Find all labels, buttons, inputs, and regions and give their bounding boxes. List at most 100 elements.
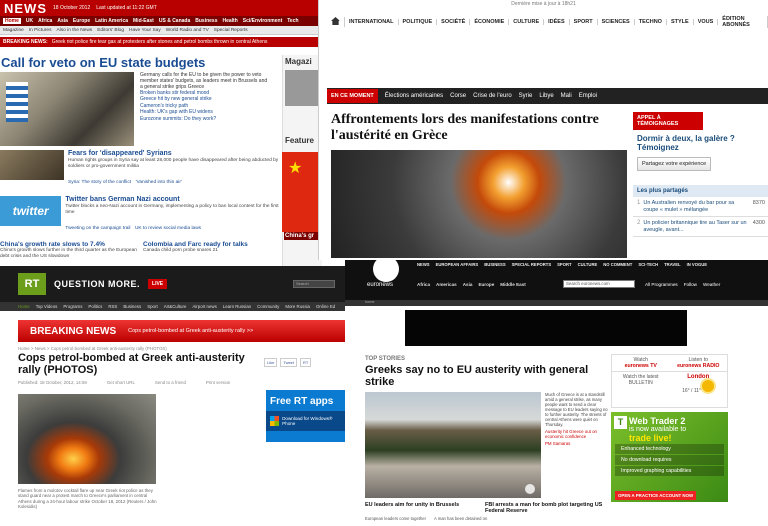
eu-thumb-text[interactable]: European leaders come together bbox=[365, 516, 426, 521]
eu-search-input[interactable]: Search euronews.com bbox=[563, 280, 635, 288]
eu-story-caption[interactable]: FBI arrests a man for bomb plot targetin… bbox=[485, 502, 610, 515]
lm-home-button[interactable] bbox=[327, 17, 345, 27]
bbc-subnav-item[interactable]: Special Reports bbox=[214, 28, 248, 33]
bbc-breaking-banner[interactable]: BREAKING NEWS: Greek riot police fire te… bbox=[0, 37, 322, 47]
bbc-nav-item[interactable]: Sci/Environment bbox=[243, 18, 282, 24]
bbc-nav-item[interactable]: US & Canada bbox=[159, 18, 190, 24]
rt-nav-item[interactable]: Learn Russian bbox=[223, 304, 251, 309]
lm-nav-item[interactable]: SCIENCES bbox=[598, 19, 635, 25]
rt-share-button[interactable]: RT bbox=[300, 358, 312, 367]
eu-bulletin-link[interactable]: Watch the latest BULLETIN bbox=[612, 372, 670, 407]
lm-nav-item[interactable]: SPORT bbox=[570, 19, 598, 25]
lm-trending-link[interactable]: Syrie bbox=[519, 93, 533, 99]
bbc-features-title[interactable]: Feature bbox=[283, 134, 322, 147]
lm-nav-item[interactable]: CULTURE bbox=[509, 19, 545, 25]
breadcrumb[interactable]: home bbox=[345, 300, 768, 306]
eu-weather-widget[interactable]: London 16° / 11° bbox=[670, 372, 728, 407]
bbc-protest-photo[interactable] bbox=[0, 72, 134, 146]
rt-nav-item[interactable]: Home bbox=[18, 304, 30, 309]
eu-nav-item[interactable]: BUSINESS bbox=[484, 262, 505, 267]
bbc-lead-link[interactable]: Eurozone summits: Do they work? bbox=[140, 116, 268, 122]
bbc-nav-item[interactable]: Europe bbox=[73, 18, 90, 24]
bbc-related-link[interactable]: UK to review social media laws bbox=[135, 226, 201, 231]
bbc-bottom-title[interactable]: Colombia and Farc ready for talks bbox=[143, 241, 280, 248]
bbc-magazine-title[interactable]: Magazi bbox=[283, 55, 322, 68]
twitter-logo-image[interactable]: twitter bbox=[0, 196, 62, 226]
rt-nav-item[interactable]: Politics bbox=[88, 304, 102, 309]
bbc-subnav-item[interactable]: Magazine bbox=[3, 28, 24, 33]
eu-open-account-button[interactable]: OPEN A PRACTICE ACCOUNT NOW bbox=[615, 491, 697, 500]
eu-programmes-link[interactable]: All Programmes bbox=[645, 282, 678, 287]
eu-region-item[interactable]: Asia bbox=[463, 282, 473, 287]
list-item[interactable]: 1 Un Australien renvoyé du bar pour sa c… bbox=[633, 197, 768, 218]
bbc-story-title[interactable]: Twitter bans German Nazi account bbox=[65, 196, 280, 204]
bbc-nav-item[interactable]: Tech bbox=[287, 18, 298, 24]
china-caption[interactable]: China's gr bbox=[284, 232, 322, 240]
bbc-subnav-item[interactable]: Editors' Blog bbox=[97, 28, 124, 33]
eu-story-caption[interactable]: EU leaders aim for unity in Brussels bbox=[365, 502, 465, 508]
breadcrumb[interactable]: Home > News > Cops petrol-bombed at Gree… bbox=[18, 346, 167, 351]
eu-logo[interactable]: euronews bbox=[367, 282, 393, 288]
eu-region-item[interactable]: Americas bbox=[436, 282, 457, 287]
eu-nav-item[interactable]: TRAVEL bbox=[664, 262, 680, 267]
lm-trending-link[interactable]: Corse bbox=[450, 93, 466, 99]
lm-nav-item[interactable]: SOCIÉTÉ bbox=[437, 19, 471, 25]
rt-short-url-link[interactable]: Get short URL bbox=[107, 380, 135, 385]
lm-temoin-title[interactable]: Dormir à deux, la galère ? Témoignez bbox=[633, 130, 768, 152]
lm-nav-item[interactable]: ÉCONOMIE bbox=[470, 19, 510, 25]
list-item[interactable]: 2 Un policier britannique tire au Taser … bbox=[633, 217, 768, 238]
eu-nav-item[interactable]: EUROPEAN AFFAIRS bbox=[436, 262, 479, 267]
lm-nav-item[interactable]: VOUS bbox=[694, 19, 719, 25]
rt-send-friend-link[interactable]: Send to a friend bbox=[155, 380, 186, 385]
bbc-nav-item[interactable]: Health bbox=[223, 18, 238, 24]
rt-nav-item[interactable]: Airport news bbox=[192, 304, 216, 309]
bbc-nav-item[interactable]: Mid-East bbox=[133, 18, 154, 24]
eu-webtrader-ad[interactable]: T Web Trader 2 is now available to trade… bbox=[611, 412, 728, 502]
rt-apps-banner[interactable]: Free RT apps Download for Windows® Phone bbox=[266, 390, 345, 442]
eu-region-item[interactable]: Europe bbox=[478, 282, 494, 287]
eu-nav-item[interactable]: SPECIAL REPORTS bbox=[512, 262, 551, 267]
facebook-like-button[interactable]: Like bbox=[264, 358, 278, 367]
bbc-breaking-text[interactable]: Greek riot police fire tear gas at prote… bbox=[52, 39, 268, 45]
rt-search-input[interactable]: Search bbox=[293, 280, 335, 288]
bbc-related-link[interactable]: 'Vanished into thin air' bbox=[136, 180, 182, 185]
bbc-logo[interactable]: NEWS bbox=[4, 1, 47, 16]
bbc-nav-item[interactable]: Africa bbox=[38, 18, 52, 24]
lm-riot-photo[interactable] bbox=[331, 150, 627, 258]
rt-nav-item[interactable]: Programs bbox=[63, 304, 82, 309]
lm-trending-link[interactable]: Élections américaines bbox=[385, 93, 443, 99]
eu-article-link[interactable]: Austerity hit Greece out on economic con… bbox=[545, 429, 609, 439]
tweet-button[interactable]: Tweet bbox=[280, 358, 298, 367]
euronews-globe-icon[interactable] bbox=[373, 260, 399, 282]
lm-trending-link[interactable]: Emploi bbox=[579, 93, 597, 99]
lm-nav-item[interactable]: ÉDITION ABONNÉS bbox=[718, 16, 768, 28]
lm-nav-item[interactable]: INTERNATIONAL bbox=[345, 19, 399, 25]
eu-nav-item[interactable]: IN VOGUE bbox=[687, 262, 707, 267]
eu-nav-item[interactable]: NEWS bbox=[417, 262, 430, 267]
bbc-nav-item[interactable]: Asia bbox=[57, 18, 68, 24]
rt-nav-item[interactable]: Art&Culture bbox=[164, 304, 187, 309]
bbc-nav-item[interactable]: Latin America bbox=[95, 18, 128, 24]
lm-share-experience-button[interactable]: Partagez votre expérience bbox=[637, 157, 712, 171]
rt-nav-item[interactable]: Top Videos bbox=[36, 304, 58, 309]
eu-nav-item[interactable]: CULTURE bbox=[578, 262, 598, 267]
bbc-subnav-item[interactable]: World Radio and TV bbox=[166, 28, 209, 33]
eu-headline[interactable]: Greeks say no to EU austerity with gener… bbox=[365, 364, 615, 388]
eu-follow-link[interactable]: Follow bbox=[684, 282, 697, 287]
bbc-bottom-text[interactable]: Canada child porn probe snares 21 bbox=[143, 248, 280, 254]
eu-ad-banner[interactable] bbox=[405, 310, 687, 346]
rt-nav-item[interactable]: Sport bbox=[147, 304, 158, 309]
eu-nav-item[interactable]: NO COMMENT bbox=[603, 262, 632, 267]
china-flag-image[interactable]: ★ bbox=[282, 152, 322, 232]
magazine-thumbnail[interactable] bbox=[285, 70, 320, 106]
eu-article-link[interactable]: PM Samaras bbox=[545, 441, 609, 446]
rt-print-link[interactable]: Print version bbox=[206, 380, 230, 385]
syria-thumbnail[interactable] bbox=[0, 150, 64, 180]
rt-live-button[interactable]: LIVE bbox=[148, 279, 168, 289]
lm-trending-link[interactable]: Mali bbox=[561, 93, 572, 99]
lm-item-title[interactable]: Un policier britannique tire au Taser su… bbox=[643, 220, 749, 233]
eu-watch-tv[interactable]: Watch euronews TV bbox=[612, 355, 670, 371]
bbc-bottom-title[interactable]: China's growth rate slows to 7.4% bbox=[0, 241, 137, 248]
bbc-nav-home[interactable]: Home bbox=[3, 18, 21, 24]
lm-trending-link[interactable]: Crise de l'euro bbox=[473, 93, 512, 99]
